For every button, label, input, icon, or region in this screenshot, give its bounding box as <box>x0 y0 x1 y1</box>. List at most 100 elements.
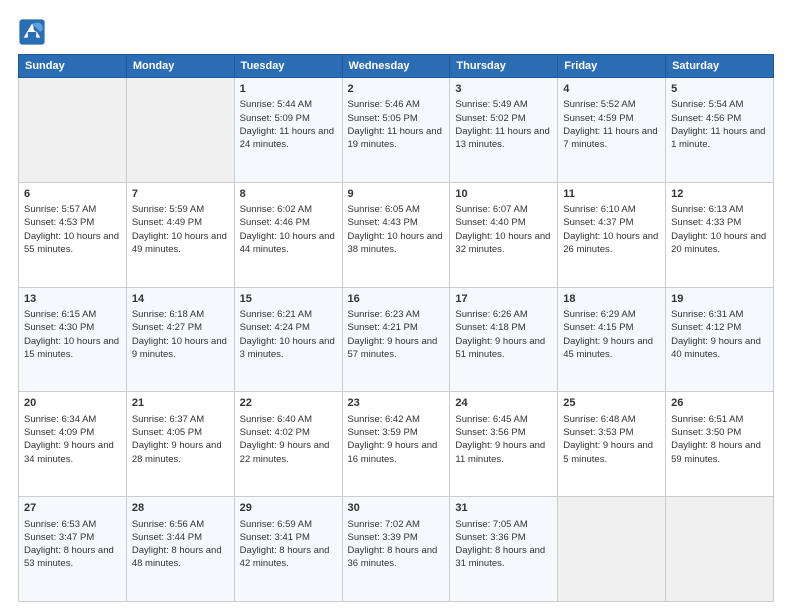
sunrise: Sunrise: 6:10 AM <box>563 204 635 215</box>
day-number: 1 <box>240 82 337 97</box>
sunrise: Sunrise: 6:05 AM <box>348 204 420 215</box>
daylight: Daylight: 9 hours and 45 minutes. <box>563 336 653 360</box>
daylight: Daylight: 9 hours and 40 minutes. <box>671 336 761 360</box>
daylight: Daylight: 9 hours and 5 minutes. <box>563 440 653 464</box>
header-saturday: Saturday <box>666 55 774 78</box>
sunset: Sunset: 4:56 PM <box>671 113 741 124</box>
sunrise: Sunrise: 6:29 AM <box>563 309 635 320</box>
day-cell <box>666 497 774 602</box>
sunrise: Sunrise: 6:42 AM <box>348 414 420 425</box>
daylight: Daylight: 10 hours and 26 minutes. <box>563 231 658 255</box>
sunrise: Sunrise: 6:59 AM <box>240 519 312 530</box>
day-cell: 12Sunrise: 6:13 AMSunset: 4:33 PMDayligh… <box>666 182 774 287</box>
sunset: Sunset: 4:59 PM <box>563 113 633 124</box>
week-row-2: 6Sunrise: 5:57 AMSunset: 4:53 PMDaylight… <box>19 182 774 287</box>
sunrise: Sunrise: 5:46 AM <box>348 99 420 110</box>
day-number: 9 <box>348 187 445 202</box>
sunset: Sunset: 4:18 PM <box>455 322 525 333</box>
daylight: Daylight: 9 hours and 28 minutes. <box>132 440 222 464</box>
daylight: Daylight: 11 hours and 24 minutes. <box>240 126 334 150</box>
day-number: 25 <box>563 396 660 411</box>
calendar: SundayMondayTuesdayWednesdayThursdayFrid… <box>18 54 774 602</box>
daylight: Daylight: 11 hours and 19 minutes. <box>348 126 442 150</box>
sunrise: Sunrise: 6:45 AM <box>455 414 527 425</box>
sunset: Sunset: 3:41 PM <box>240 532 310 543</box>
daylight: Daylight: 9 hours and 34 minutes. <box>24 440 114 464</box>
day-number: 16 <box>348 292 445 307</box>
sunset: Sunset: 3:53 PM <box>563 427 633 438</box>
day-cell: 5Sunrise: 5:54 AMSunset: 4:56 PMDaylight… <box>666 78 774 183</box>
sunrise: Sunrise: 5:57 AM <box>24 204 96 215</box>
day-number: 6 <box>24 187 121 202</box>
day-number: 4 <box>563 82 660 97</box>
day-number: 17 <box>455 292 552 307</box>
day-cell: 16Sunrise: 6:23 AMSunset: 4:21 PMDayligh… <box>342 287 450 392</box>
day-cell: 1Sunrise: 5:44 AMSunset: 5:09 PMDaylight… <box>234 78 342 183</box>
day-cell: 7Sunrise: 5:59 AMSunset: 4:49 PMDaylight… <box>126 182 234 287</box>
day-cell: 22Sunrise: 6:40 AMSunset: 4:02 PMDayligh… <box>234 392 342 497</box>
sunrise: Sunrise: 6:53 AM <box>24 519 96 530</box>
sunrise: Sunrise: 5:52 AM <box>563 99 635 110</box>
day-number: 28 <box>132 501 229 516</box>
day-number: 31 <box>455 501 552 516</box>
sunrise: Sunrise: 5:49 AM <box>455 99 527 110</box>
daylight: Daylight: 9 hours and 11 minutes. <box>455 440 545 464</box>
sunrise: Sunrise: 5:59 AM <box>132 204 204 215</box>
sunset: Sunset: 4:05 PM <box>132 427 202 438</box>
header-tuesday: Tuesday <box>234 55 342 78</box>
day-cell: 31Sunrise: 7:05 AMSunset: 3:36 PMDayligh… <box>450 497 558 602</box>
day-cell: 26Sunrise: 6:51 AMSunset: 3:50 PMDayligh… <box>666 392 774 497</box>
sunrise: Sunrise: 5:44 AM <box>240 99 312 110</box>
day-number: 5 <box>671 82 768 97</box>
day-number: 13 <box>24 292 121 307</box>
sunrise: Sunrise: 6:23 AM <box>348 309 420 320</box>
day-cell: 18Sunrise: 6:29 AMSunset: 4:15 PMDayligh… <box>558 287 666 392</box>
day-cell: 11Sunrise: 6:10 AMSunset: 4:37 PMDayligh… <box>558 182 666 287</box>
header-thursday: Thursday <box>450 55 558 78</box>
sunrise: Sunrise: 6:31 AM <box>671 309 743 320</box>
day-cell: 15Sunrise: 6:21 AMSunset: 4:24 PMDayligh… <box>234 287 342 392</box>
sunset: Sunset: 3:56 PM <box>455 427 525 438</box>
sunset: Sunset: 3:36 PM <box>455 532 525 543</box>
daylight: Daylight: 10 hours and 20 minutes. <box>671 231 766 255</box>
day-cell: 29Sunrise: 6:59 AMSunset: 3:41 PMDayligh… <box>234 497 342 602</box>
week-row-3: 13Sunrise: 6:15 AMSunset: 4:30 PMDayligh… <box>19 287 774 392</box>
day-number: 21 <box>132 396 229 411</box>
sunrise: Sunrise: 6:15 AM <box>24 309 96 320</box>
daylight: Daylight: 10 hours and 3 minutes. <box>240 336 335 360</box>
week-row-4: 20Sunrise: 6:34 AMSunset: 4:09 PMDayligh… <box>19 392 774 497</box>
day-cell: 4Sunrise: 5:52 AMSunset: 4:59 PMDaylight… <box>558 78 666 183</box>
day-cell: 28Sunrise: 6:56 AMSunset: 3:44 PMDayligh… <box>126 497 234 602</box>
sunset: Sunset: 4:46 PM <box>240 217 310 228</box>
sunset: Sunset: 3:39 PM <box>348 532 418 543</box>
sunset: Sunset: 4:33 PM <box>671 217 741 228</box>
day-number: 22 <box>240 396 337 411</box>
sunset: Sunset: 4:09 PM <box>24 427 94 438</box>
day-number: 10 <box>455 187 552 202</box>
header-monday: Monday <box>126 55 234 78</box>
day-cell: 10Sunrise: 6:07 AMSunset: 4:40 PMDayligh… <box>450 182 558 287</box>
daylight: Daylight: 10 hours and 32 minutes. <box>455 231 550 255</box>
header-wednesday: Wednesday <box>342 55 450 78</box>
daylight: Daylight: 10 hours and 15 minutes. <box>24 336 119 360</box>
logo <box>18 18 50 46</box>
sunset: Sunset: 4:12 PM <box>671 322 741 333</box>
sunset: Sunset: 3:59 PM <box>348 427 418 438</box>
sunset: Sunset: 4:40 PM <box>455 217 525 228</box>
sunset: Sunset: 4:15 PM <box>563 322 633 333</box>
week-row-1: 1Sunrise: 5:44 AMSunset: 5:09 PMDaylight… <box>19 78 774 183</box>
day-cell: 9Sunrise: 6:05 AMSunset: 4:43 PMDaylight… <box>342 182 450 287</box>
week-row-5: 27Sunrise: 6:53 AMSunset: 3:47 PMDayligh… <box>19 497 774 602</box>
day-number: 26 <box>671 396 768 411</box>
sunrise: Sunrise: 7:05 AM <box>455 519 527 530</box>
day-cell: 19Sunrise: 6:31 AMSunset: 4:12 PMDayligh… <box>666 287 774 392</box>
logo-icon <box>18 18 46 46</box>
day-cell: 13Sunrise: 6:15 AMSunset: 4:30 PMDayligh… <box>19 287 127 392</box>
sunset: Sunset: 4:02 PM <box>240 427 310 438</box>
day-number: 27 <box>24 501 121 516</box>
sunset: Sunset: 3:47 PM <box>24 532 94 543</box>
day-cell: 27Sunrise: 6:53 AMSunset: 3:47 PMDayligh… <box>19 497 127 602</box>
sunrise: Sunrise: 6:40 AM <box>240 414 312 425</box>
day-cell: 24Sunrise: 6:45 AMSunset: 3:56 PMDayligh… <box>450 392 558 497</box>
daylight: Daylight: 9 hours and 16 minutes. <box>348 440 438 464</box>
